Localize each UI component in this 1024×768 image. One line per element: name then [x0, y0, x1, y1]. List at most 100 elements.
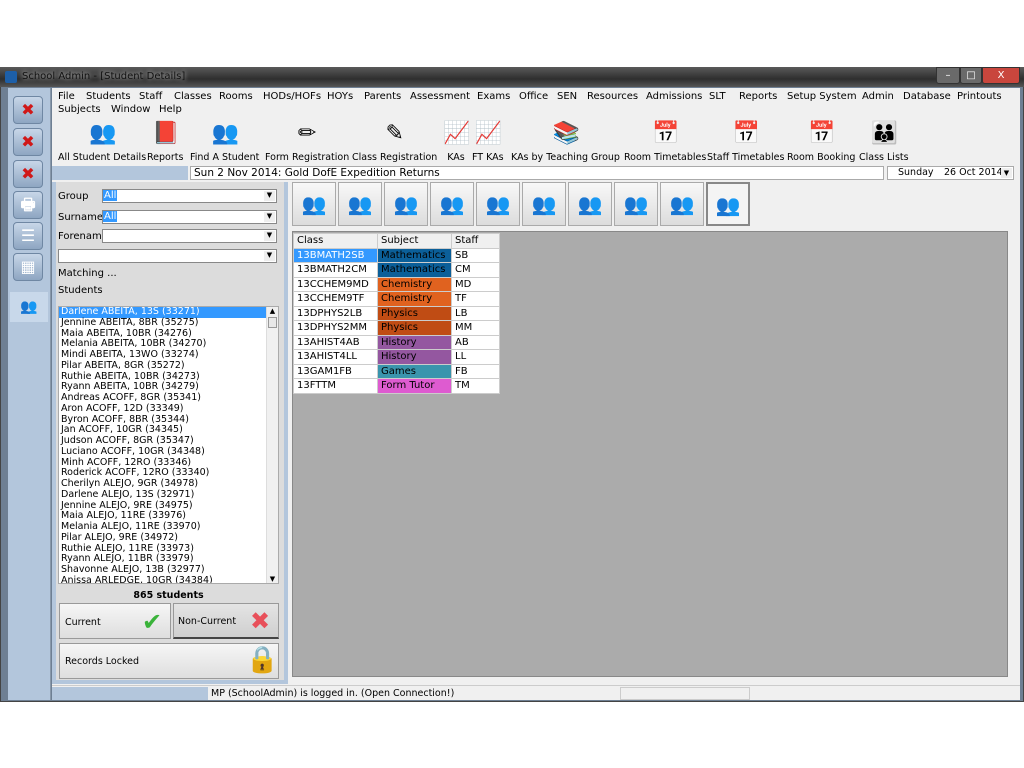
staff-cell[interactable]: FB: [451, 363, 500, 379]
list-item[interactable]: Jennine ABEITA, 8BR (35275): [59, 317, 267, 329]
list-item[interactable]: Luciano ACOFF, 10GR (34348): [59, 446, 267, 458]
print-button[interactable]: 🖶: [13, 191, 43, 219]
subject-cell[interactable]: History: [377, 349, 452, 365]
toolbar-kas-by-teaching-group-button[interactable]: 📚 KAs by Teaching Group: [511, 120, 620, 163]
class-cell[interactable]: 13AHIST4LL: [293, 349, 378, 365]
toolbar-staff-timetables-button[interactable]: 📅 Staff Timetables: [707, 120, 784, 163]
subject-cell[interactable]: Chemistry: [377, 291, 452, 307]
staff-cell[interactable]: TM: [451, 378, 500, 394]
records-locked-button[interactable]: Records Locked 🔒: [59, 643, 279, 679]
title-bar[interactable]: School Admin - [Student Details] – □ X: [0, 67, 1024, 87]
class-cell[interactable]: 13CCHEM9MD: [293, 276, 378, 292]
scroll-up-icon[interactable]: ▲: [267, 307, 278, 315]
chevron-down-icon[interactable]: ▼: [264, 231, 275, 241]
list-item[interactable]: Aron ACOFF, 12D (33349): [59, 403, 267, 415]
student-documents-button[interactable]: 👥: [660, 182, 704, 226]
student-medical-button[interactable]: 👥: [522, 182, 566, 226]
staff-cell[interactable]: LL: [451, 349, 500, 365]
menu-admin[interactable]: Admin: [862, 91, 894, 102]
sidebar-item-student-details[interactable]: 👥: [10, 292, 48, 322]
menu-exams[interactable]: Exams: [477, 91, 510, 102]
chevron-down-icon[interactable]: ▼: [264, 191, 275, 201]
table-row[interactable]: 13CCHEM9TF Chemistry TF: [293, 291, 500, 307]
class-cell[interactable]: 13DPHYS2LB: [293, 305, 378, 321]
minimize-button[interactable]: –: [936, 67, 960, 84]
table-row[interactable]: 13FTTM Form Tutor TM: [293, 378, 500, 394]
scroll-thumb[interactable]: [268, 317, 277, 328]
table-row[interactable]: 13BMATH2CM Mathematics CM: [293, 262, 500, 278]
close-button[interactable]: ✖: [13, 96, 43, 124]
column-header-subject[interactable]: Subject: [377, 233, 452, 249]
toolbar-find-a-student-button[interactable]: 👥 Find A Student: [190, 120, 259, 163]
list-item[interactable]: Pilar ALEJO, 9RE (34972): [59, 532, 267, 544]
student-photo-button[interactable]: 👥: [384, 182, 428, 226]
maximize-button[interactable]: □: [960, 67, 982, 84]
chevron-down-icon[interactable]: ▼: [1001, 168, 1012, 178]
menu-reports[interactable]: Reports: [739, 91, 777, 102]
menu-office[interactable]: Office: [519, 91, 548, 102]
close-window-button[interactable]: X: [982, 67, 1020, 84]
student-list[interactable]: ▲ ▼ Darlene ABEITA, 13S (33271) Jennine A…: [58, 306, 279, 584]
subject-cell[interactable]: Mathematics: [377, 262, 452, 278]
toolbar-reports-button[interactable]: 📕 Reports: [147, 120, 183, 163]
group-select[interactable]: All ▼: [102, 189, 277, 203]
non-current-button[interactable]: Non-Current ✖: [173, 603, 279, 639]
class-cell[interactable]: 13AHIST4AB: [293, 334, 378, 350]
class-cell[interactable]: 13GAM1FB: [293, 363, 378, 379]
staff-cell[interactable]: AB: [451, 334, 500, 350]
menu-hoys[interactable]: HOYs: [327, 91, 353, 102]
menu-window[interactable]: Window: [111, 104, 150, 115]
staff-cell[interactable]: SB: [451, 247, 500, 263]
menu-slt[interactable]: SLT: [709, 91, 726, 102]
list-item[interactable]: Darlene ALEJO, 13S (32971): [59, 489, 267, 501]
current-button[interactable]: Current ✔: [59, 603, 171, 639]
menu-printouts[interactable]: Printouts: [957, 91, 1002, 102]
class-cell[interactable]: 13FTTM: [293, 378, 378, 394]
table-row[interactable]: 13CCHEM9MD Chemistry MD: [293, 276, 500, 292]
menu-help[interactable]: Help: [159, 104, 182, 115]
toolbar-all-student-details-button[interactable]: 👥 All Student Details: [58, 120, 146, 163]
class-cell[interactable]: 13BMATH2SB: [293, 247, 378, 263]
menu-staff[interactable]: Staff: [139, 91, 162, 102]
subject-cell[interactable]: Physics: [377, 320, 452, 336]
menu-subjects[interactable]: Subjects: [58, 104, 101, 115]
list-item[interactable]: Pilar ABEITA, 8GR (35272): [59, 360, 267, 372]
subject-cell[interactable]: Mathematics: [377, 247, 452, 263]
table-row[interactable]: 13AHIST4LL History LL: [293, 349, 500, 365]
close-window-button[interactable]: ✖: [13, 160, 43, 188]
menu-admissions[interactable]: Admissions: [646, 91, 702, 102]
toolbar-class-registration-button[interactable]: ✎ Class Registration: [352, 120, 437, 163]
scrollbar[interactable]: ▲ ▼: [266, 307, 278, 583]
toolbar-room-timetables-button[interactable]: 📅 Room Timetables: [624, 120, 706, 163]
extra-filter-select[interactable]: ▼: [58, 249, 277, 263]
class-cell[interactable]: 13DPHYS2MM: [293, 320, 378, 336]
student-details-button[interactable]: 👥: [292, 182, 336, 226]
list-item[interactable]: Anissa ARLEDGE, 10GR (34384): [59, 575, 267, 583]
toolbar-class-lists-button[interactable]: 👪 Class Lists: [859, 120, 909, 163]
staff-cell[interactable]: CM: [451, 262, 500, 278]
student-phone-button[interactable]: 👥: [338, 182, 382, 226]
menu-setup-system[interactable]: Setup System: [787, 91, 857, 102]
toolbar-ft-kas-button[interactable]: 📈 FT KAs: [472, 120, 504, 163]
surname-select[interactable]: All ▼: [102, 210, 277, 224]
menu-parents[interactable]: Parents: [364, 91, 401, 102]
grid-button[interactable]: ▦: [13, 253, 43, 281]
chevron-down-icon[interactable]: ▼: [264, 212, 275, 222]
menu-assessment[interactable]: Assessment: [410, 91, 470, 102]
menu-sen[interactable]: SEN: [557, 91, 577, 102]
list-button[interactable]: ☰: [13, 222, 43, 250]
chevron-down-icon[interactable]: ▼: [264, 251, 275, 261]
table-row[interactable]: 13BMATH2SB Mathematics SB: [293, 247, 500, 263]
class-cell[interactable]: 13CCHEM9TF: [293, 291, 378, 307]
subject-cell[interactable]: Physics: [377, 305, 452, 321]
staff-cell[interactable]: MD: [451, 276, 500, 292]
close-all-button[interactable]: ✖: [13, 128, 43, 156]
student-classes-button[interactable]: 👥: [706, 182, 750, 226]
column-header-staff[interactable]: Staff: [451, 233, 500, 249]
menu-resources[interactable]: Resources: [587, 91, 638, 102]
subject-cell[interactable]: Games: [377, 363, 452, 379]
menu-students[interactable]: Students: [86, 91, 131, 102]
student-attendance-button[interactable]: 👥: [614, 182, 658, 226]
menu-file[interactable]: File: [58, 91, 75, 102]
student-contacts-button[interactable]: 👥: [430, 182, 474, 226]
